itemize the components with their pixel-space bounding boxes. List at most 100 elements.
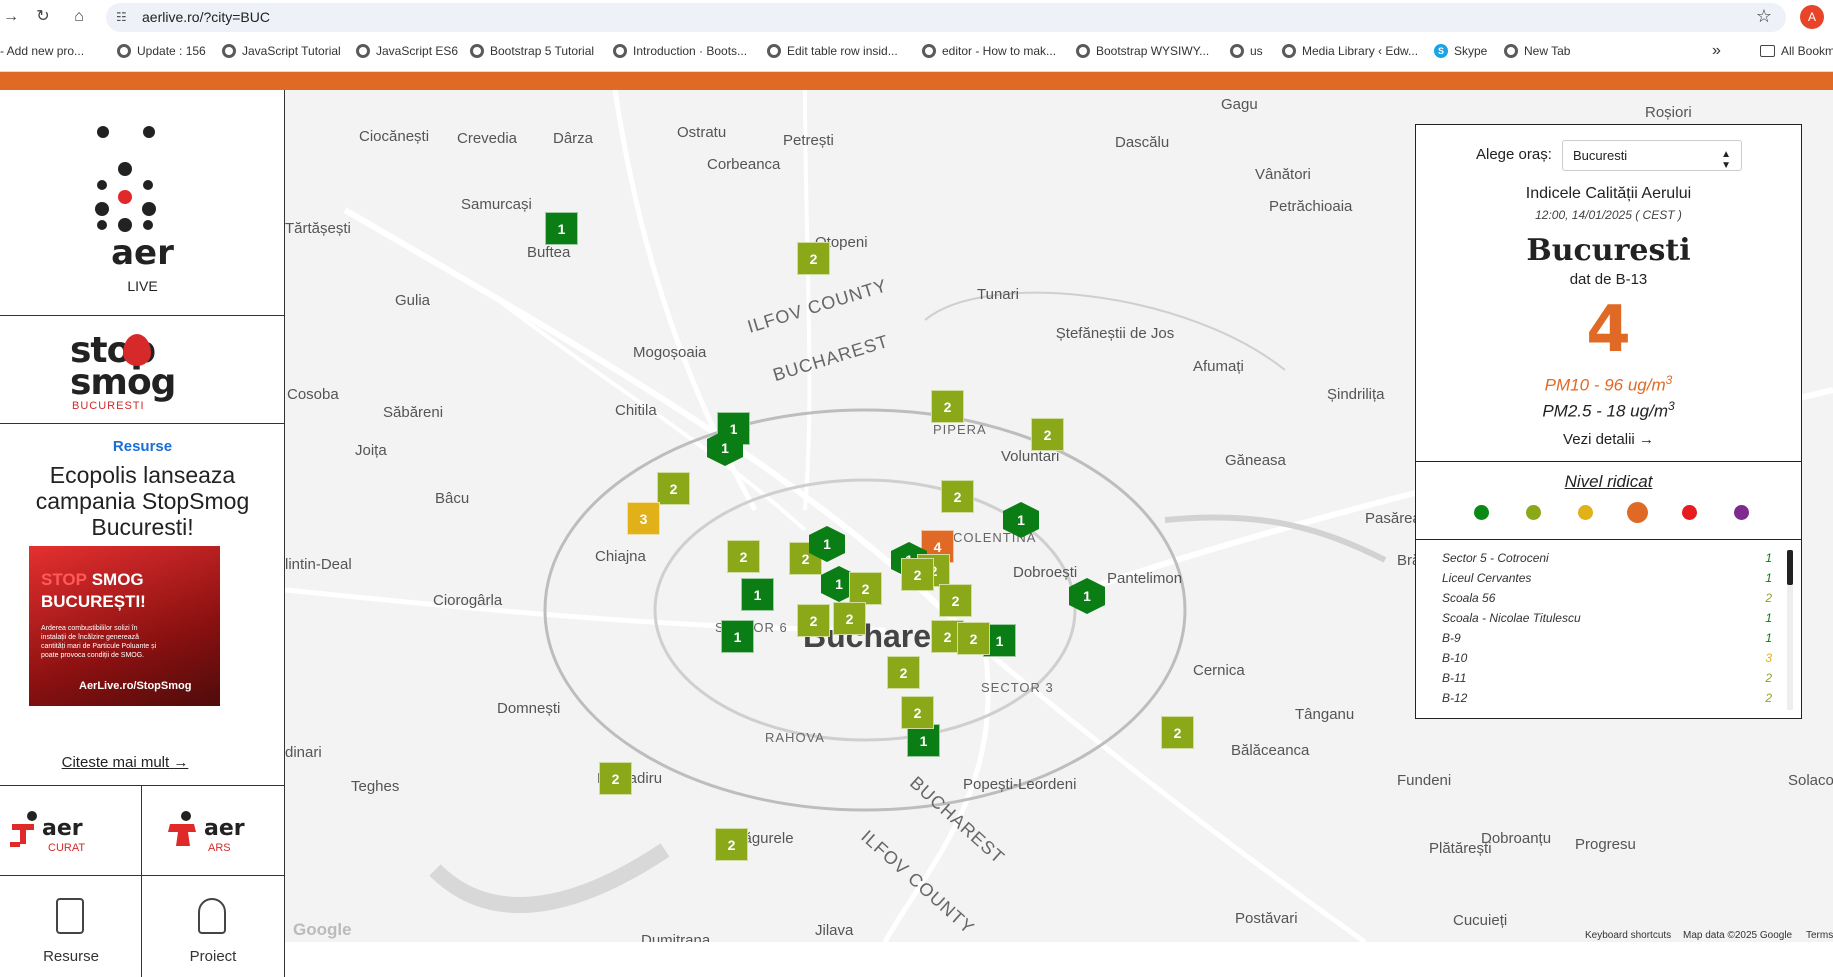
- profile-avatar[interactable]: A: [1800, 5, 1824, 29]
- station-row[interactable]: Scoala 56 2: [1442, 591, 1772, 611]
- bookmark-item[interactable]: Introduction · Boots...: [613, 44, 747, 58]
- bookmark-item[interactable]: Update : 156: [117, 44, 206, 58]
- station-marker[interactable]: 3: [627, 502, 660, 535]
- globe-icon: [356, 44, 370, 58]
- read-more-label: Citeste mai mult: [61, 754, 170, 771]
- map-place-label: Șindrilița: [1327, 386, 1385, 403]
- map-place-label: Mogoșoaia: [633, 344, 707, 361]
- logo-dot: [95, 202, 109, 216]
- station-row[interactable]: Liceul Cervantes 1: [1442, 571, 1772, 591]
- stopsmog-logo[interactable]: stop smog BUCURESTI: [0, 316, 285, 424]
- level-dot-very-high[interactable]: [1682, 505, 1697, 520]
- bookmark-item[interactable]: Media Library ‹ Edw...: [1282, 44, 1418, 58]
- map-place-label: Vânători: [1255, 166, 1311, 183]
- reload-icon[interactable]: ↻: [32, 6, 54, 28]
- scrollbar-thumb[interactable]: [1787, 550, 1793, 585]
- poster-site: AerLive.ro/StopSmog: [79, 680, 192, 692]
- station-marker[interactable]: 2: [727, 540, 760, 573]
- home-icon[interactable]: ⌂: [68, 6, 90, 28]
- station-row[interactable]: B-11 2: [1442, 671, 1772, 691]
- city-select[interactable]: Bucuresti ▲ ▼: [1562, 140, 1742, 171]
- site-top-bar: [0, 72, 1833, 90]
- station-marker[interactable]: 2: [849, 572, 882, 605]
- map-place-label: dinari: [285, 744, 322, 761]
- nav-resources-label: Resurse: [43, 948, 99, 965]
- read-more-link[interactable]: Citeste mai mult →: [0, 754, 250, 771]
- bookmark-item[interactable]: Bootstrap 5 Tutorial: [470, 44, 594, 58]
- keyboard-shortcuts-link[interactable]: Keyboard shortcuts: [1585, 930, 1671, 941]
- bookmark-item[interactable]: S Skype: [1434, 44, 1487, 58]
- station-marker[interactable]: 1: [741, 578, 774, 611]
- station-marker[interactable]: 2: [599, 762, 632, 795]
- bookmark-item[interactable]: JavaScript ES6: [356, 44, 458, 58]
- bookmarks-overflow-icon[interactable]: »: [1712, 42, 1721, 60]
- aer-ars-link[interactable]: aer ARS: [142, 786, 285, 876]
- station-marker[interactable]: 2: [1161, 716, 1194, 749]
- pm25-reading: PM2.5 - 18 ug/m3: [1416, 399, 1801, 422]
- bookmark-item[interactable]: - Add new pro...: [0, 44, 84, 58]
- station-marker[interactable]: 2: [657, 472, 690, 505]
- station-row[interactable]: B-10 3: [1442, 651, 1772, 671]
- station-marker[interactable]: 1: [545, 212, 578, 245]
- map-place-label: Progresu: [1575, 836, 1636, 853]
- globe-icon: [767, 44, 781, 58]
- aer-ars-sub: ARS: [208, 842, 231, 854]
- bookmark-item[interactable]: us: [1230, 44, 1263, 58]
- bookmark-item[interactable]: editor - How to mak...: [922, 44, 1056, 58]
- map-place-label: Postăvari: [1235, 910, 1298, 927]
- level-dot-good[interactable]: [1526, 505, 1541, 520]
- station-row[interactable]: B-9 1: [1442, 631, 1772, 651]
- nav-project[interactable]: Proiect: [142, 876, 285, 977]
- station-marker[interactable]: 2: [901, 696, 934, 729]
- all-bookmarks-button[interactable]: All Bookm: [1760, 44, 1833, 58]
- aer-ars-figure-icon: [168, 811, 196, 846]
- level-dot-moderate[interactable]: [1578, 505, 1593, 520]
- forward-icon[interactable]: →: [0, 6, 22, 28]
- bookmark-item[interactable]: Bootstrap WYSIWY...: [1076, 44, 1209, 58]
- level-dot-very-good[interactable]: [1474, 505, 1489, 520]
- stations-scrollbar[interactable]: [1787, 550, 1793, 710]
- station-value: 1: [1765, 631, 1772, 645]
- campaign-poster[interactable]: STOP SMOG BUCUREȘTI! Arderea combustibil…: [29, 546, 220, 736]
- map-place-label: Dârza: [553, 130, 594, 147]
- article-title[interactable]: Ecopolis lanseaza campania StopSmog Bucu…: [6, 462, 279, 540]
- station-marker[interactable]: 2: [901, 558, 934, 591]
- arrow-right-icon: →: [173, 754, 189, 771]
- map-place-label: Cosoba: [287, 386, 339, 403]
- address-bar[interactable]: ☷ aerlive.ro/?city=BUC ☆: [106, 3, 1786, 32]
- map-data-attribution: Map data ©2025 Google: [1683, 930, 1793, 941]
- poster-headline-red: STOP: [41, 570, 87, 589]
- aer-curat-link[interactable]: aer CURAT: [0, 786, 142, 876]
- station-marker[interactable]: 2: [1031, 418, 1064, 451]
- station-marker[interactable]: 2: [887, 656, 920, 689]
- bookmark-item[interactable]: Edit table row insid...: [767, 44, 898, 58]
- bookmark-item[interactable]: JavaScript Tutorial: [222, 44, 341, 58]
- station-marker[interactable]: 2: [931, 390, 964, 423]
- station-row[interactable]: Sector 5 - Cotroceni 1: [1442, 551, 1772, 571]
- station-row[interactable]: Scoala - Nicolae Titulescu 1: [1442, 611, 1772, 631]
- bookmark-item[interactable]: New Tab: [1504, 44, 1570, 58]
- station-marker[interactable]: 1: [721, 620, 754, 653]
- stations-list: Sector 5 - Cotroceni 1 Liceul Cervantes 1 …: [1416, 540, 1801, 718]
- aer-ars-logo: aer: [204, 816, 245, 841]
- level-dot-high[interactable]: [1627, 502, 1648, 523]
- station-marker[interactable]: 2: [941, 480, 974, 513]
- station-marker[interactable]: 2: [957, 622, 990, 655]
- site-settings-icon[interactable]: ☷: [116, 10, 130, 24]
- nav-resources[interactable]: Resurse: [0, 876, 142, 977]
- station-marker[interactable]: 2: [939, 584, 972, 617]
- url-text[interactable]: aerlive.ro/?city=BUC: [142, 9, 270, 25]
- station-marker[interactable]: 2: [797, 604, 830, 637]
- station-marker[interactable]: 2: [833, 602, 866, 635]
- station-marker[interactable]: 2: [797, 242, 830, 275]
- terms-link[interactable]: Terms: [1806, 930, 1833, 941]
- bookmark-star-icon[interactable]: ☆: [1756, 6, 1772, 27]
- map-place-label: Petrești: [783, 132, 834, 149]
- map-place-label: Domnești: [497, 700, 561, 717]
- aerlive-logo[interactable]: aer LIVE: [0, 90, 285, 316]
- station-row[interactable]: B-12 2: [1442, 691, 1772, 711]
- level-dot-extreme[interactable]: [1734, 505, 1749, 520]
- station-marker[interactable]: 2: [715, 828, 748, 861]
- details-link[interactable]: Vezi detalii →: [1416, 431, 1801, 448]
- globe-icon: [1282, 44, 1296, 58]
